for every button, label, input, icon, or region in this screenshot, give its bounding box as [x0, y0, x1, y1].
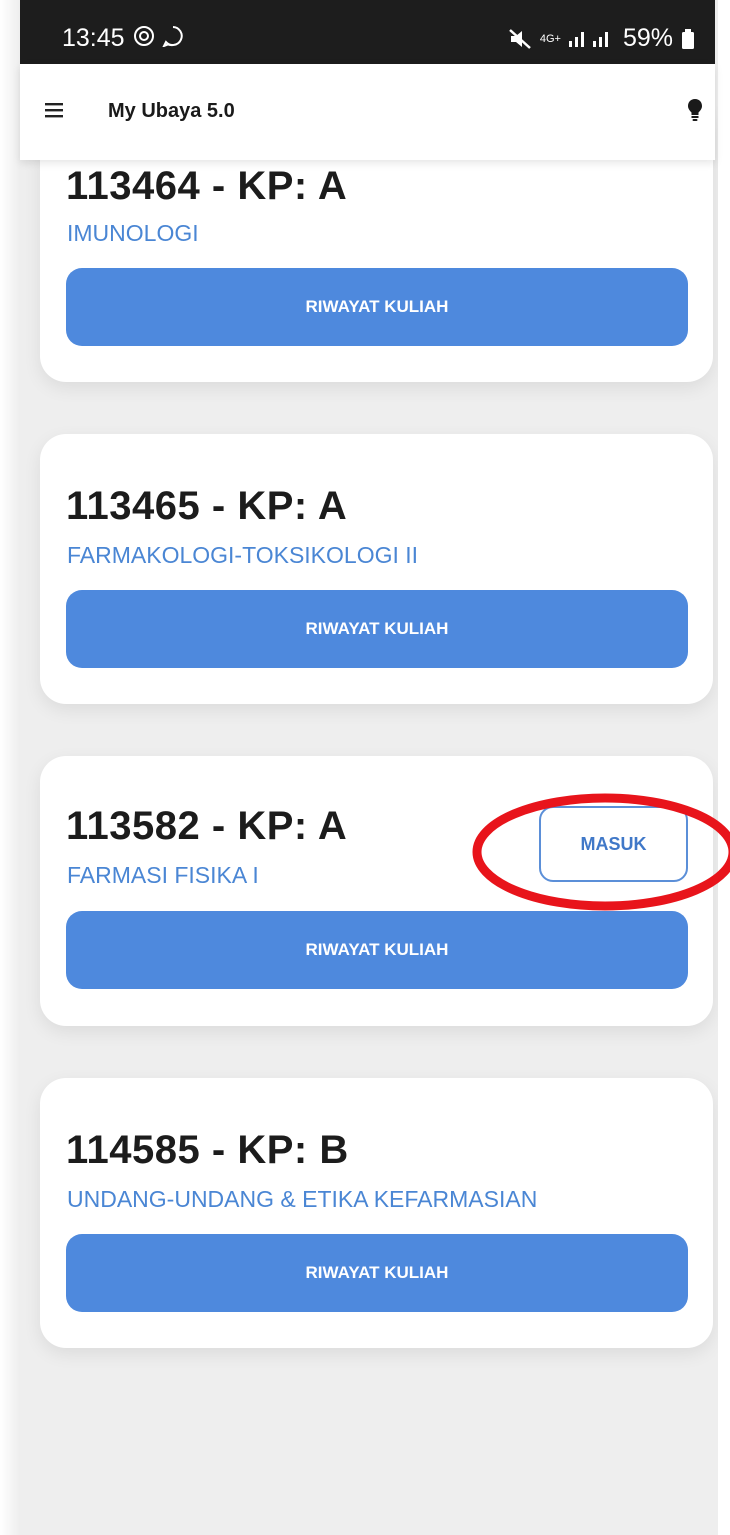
status-time: 13:45 [62, 24, 125, 52]
screen: 13:45 4G+ 59% My Ubaya 5.0 113464 - KP: … [0, 0, 730, 1535]
course-title: 114585 - KP: B [66, 1128, 349, 1172]
course-card: 114585 - KP: B UNDANG-UNDANG & ETIKA KEF… [40, 1078, 713, 1348]
whatsapp-icon [162, 26, 183, 47]
network-type: 4G+ [539, 32, 561, 45]
riwayat-kuliah-button[interactable]: RIWAYAT KULIAH [66, 268, 688, 346]
course-name[interactable]: FARMASI FISIKA I [67, 862, 259, 889]
course-card: 113582 - KP: A FARMASI FISIKA I MASUK RI… [40, 756, 713, 1026]
riwayat-kuliah-button[interactable]: RIWAYAT KULIAH [66, 911, 688, 989]
course-title: 113465 - KP: A [66, 484, 348, 528]
status-right: 4G+ 59% [508, 24, 695, 53]
menu-icon[interactable] [45, 102, 63, 118]
masuk-button[interactable]: MASUK [539, 806, 688, 882]
lightbulb-icon[interactable] [687, 98, 703, 122]
status-app-icons [133, 25, 184, 47]
riwayat-kuliah-button[interactable]: RIWAYAT KULIAH [66, 590, 688, 668]
course-card: 113465 - KP: A FARMAKOLOGI-TOKSIKOLOGI I… [40, 434, 713, 704]
mute-icon [509, 28, 531, 49]
riwayat-kuliah-button[interactable]: RIWAYAT KULIAH [66, 1234, 688, 1312]
app-bar: My Ubaya 5.0 [20, 64, 715, 160]
battery-icon [682, 28, 694, 49]
course-title: 113464 - KP: A [66, 164, 348, 208]
course-title: 113582 - KP: A [66, 804, 348, 848]
status-bar: 13:45 4G+ 59% [20, 0, 715, 64]
signal-icon [568, 31, 608, 47]
notification-icon [134, 26, 154, 46]
course-name[interactable]: FARMAKOLOGI-TOKSIKOLOGI II [67, 542, 418, 569]
battery-level: 59% [622, 24, 673, 52]
course-name[interactable]: IMUNOLOGI [67, 220, 199, 247]
app-title: My Ubaya 5.0 [108, 100, 235, 122]
course-name[interactable]: UNDANG-UNDANG & ETIKA KEFARMASIAN [67, 1186, 537, 1213]
